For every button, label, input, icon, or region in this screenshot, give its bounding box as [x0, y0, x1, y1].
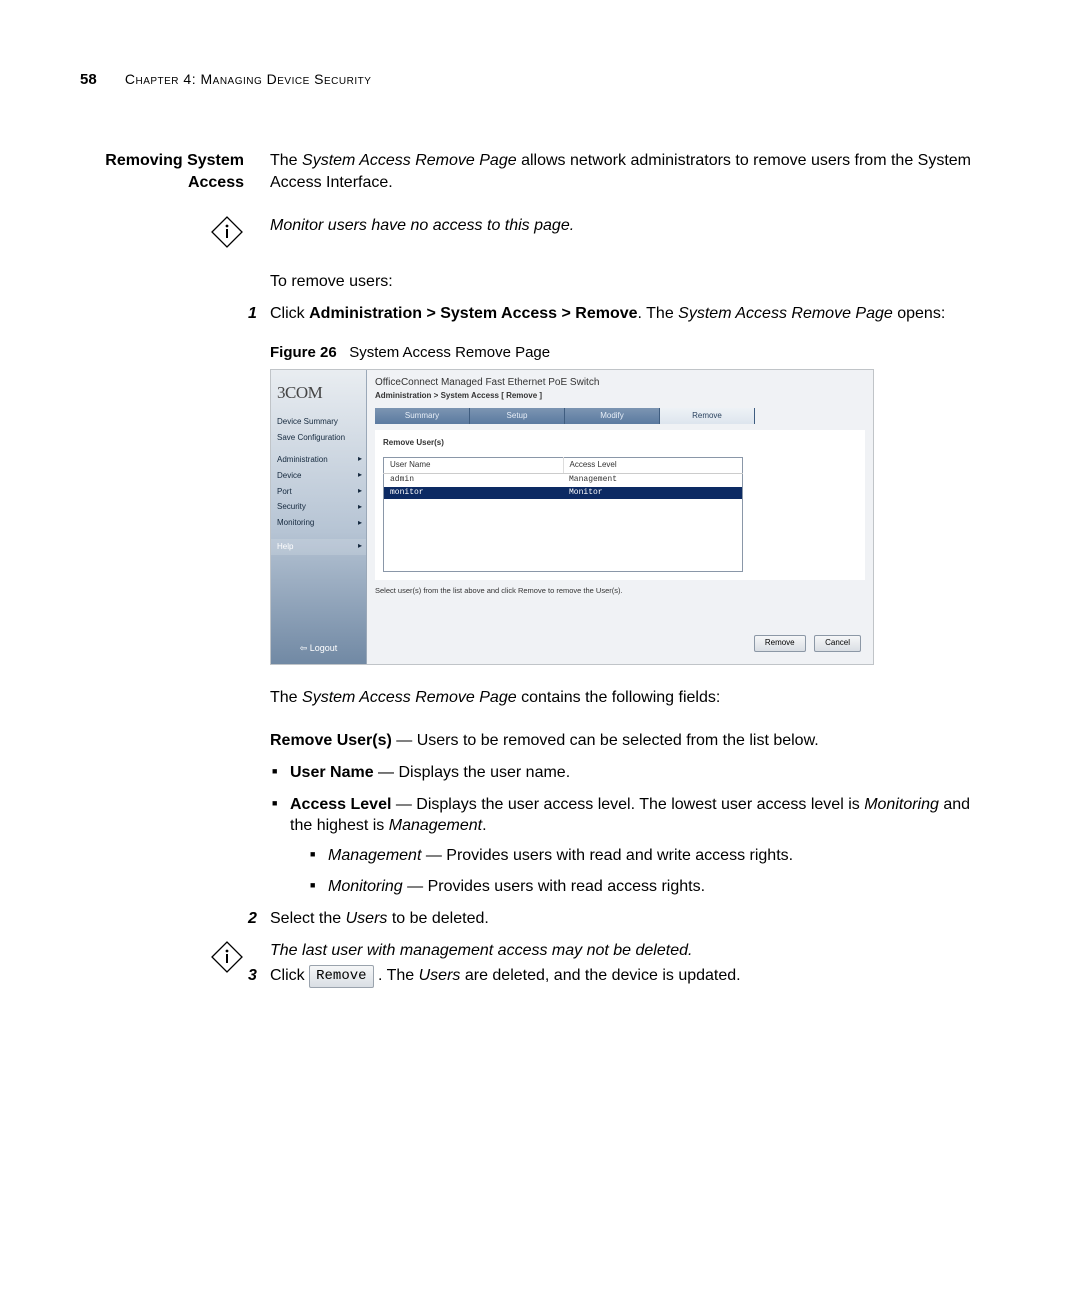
panel-hint: Select user(s) from the list above and c…	[375, 586, 865, 596]
field-user-name: User Name — Displays the user name.	[290, 762, 990, 784]
screenshot-sidebar: 3COM Device Summary Save Configuration A…	[271, 370, 367, 664]
step-1: 1 Click Administration > System Access >…	[270, 303, 990, 325]
nav-administration[interactable]: Administration	[271, 452, 366, 468]
tab-remove[interactable]: Remove	[660, 408, 755, 424]
logout-button[interactable]: ⇦ Logout	[271, 642, 366, 654]
field-access-level: Access Level — Displays the user access …	[290, 794, 990, 898]
field-management: Management — Provides users with read an…	[328, 845, 990, 867]
page-number: 58	[80, 70, 97, 90]
table-row[interactable]: admin Management	[384, 473, 743, 486]
step-2: 2 Select the Users to be deleted.	[270, 908, 990, 930]
screenshot: 3COM Device Summary Save Configuration A…	[270, 369, 874, 665]
table-row[interactable]: monitor Monitor	[384, 487, 743, 500]
remove-users-field: Remove User(s) — Users to be removed can…	[270, 730, 990, 752]
users-table[interactable]: User Name Access Level admin Management	[383, 457, 743, 572]
chapter-title: Chapter 4: Managing Device Security	[125, 71, 372, 87]
tab-summary[interactable]: Summary	[375, 408, 470, 424]
field-monitoring: Monitoring — Provides users with read ac…	[328, 876, 990, 898]
section-title: Removing System Access	[80, 150, 244, 193]
col-access-level: Access Level	[563, 457, 743, 473]
nav-save-configuration[interactable]: Save Configuration	[271, 431, 366, 447]
brand-logo: 3COM	[271, 370, 366, 411]
tab-bar: Summary Setup Modify Remove	[375, 408, 755, 424]
inline-remove-button[interactable]: Remove	[309, 965, 373, 988]
remove-button[interactable]: Remove	[754, 635, 806, 652]
note-monitor-users: Monitor users have no access to this pag…	[270, 215, 990, 237]
nav-security[interactable]: Security	[271, 500, 366, 516]
nav-device-summary[interactable]: Device Summary	[271, 415, 366, 431]
nav-monitoring[interactable]: Monitoring	[271, 516, 366, 532]
info-icon	[210, 940, 244, 974]
fields-intro: The System Access Remove Page contains t…	[270, 687, 990, 709]
page-header: 58 Chapter 4: Managing Device Security	[80, 70, 990, 90]
col-user-name: User Name	[384, 457, 564, 473]
section-intro: The System Access Remove Page allows net…	[270, 150, 990, 193]
info-icon	[210, 215, 244, 249]
tab-modify[interactable]: Modify	[565, 408, 660, 424]
tab-setup[interactable]: Setup	[470, 408, 565, 424]
note-last-user: The last user with management access may…	[270, 940, 990, 962]
figure-caption: Figure 26 System Access Remove Page	[270, 343, 990, 363]
screenshot-title: OfficeConnect Managed Fast Ethernet PoE …	[367, 370, 873, 392]
step-3: 3 Click Remove . The Users are deleted, …	[270, 965, 990, 988]
panel-title: Remove User(s)	[383, 438, 857, 449]
cancel-button[interactable]: Cancel	[814, 635, 861, 652]
nav-device[interactable]: Device	[271, 468, 366, 484]
nav-help[interactable]: Help	[271, 539, 366, 555]
screenshot-breadcrumb: Administration > System Access [ Remove …	[367, 391, 873, 408]
panel-remove-users: Remove User(s) User Name Access Level	[375, 430, 865, 580]
nav-port[interactable]: Port	[271, 484, 366, 500]
to-remove-users: To remove users:	[270, 271, 990, 293]
